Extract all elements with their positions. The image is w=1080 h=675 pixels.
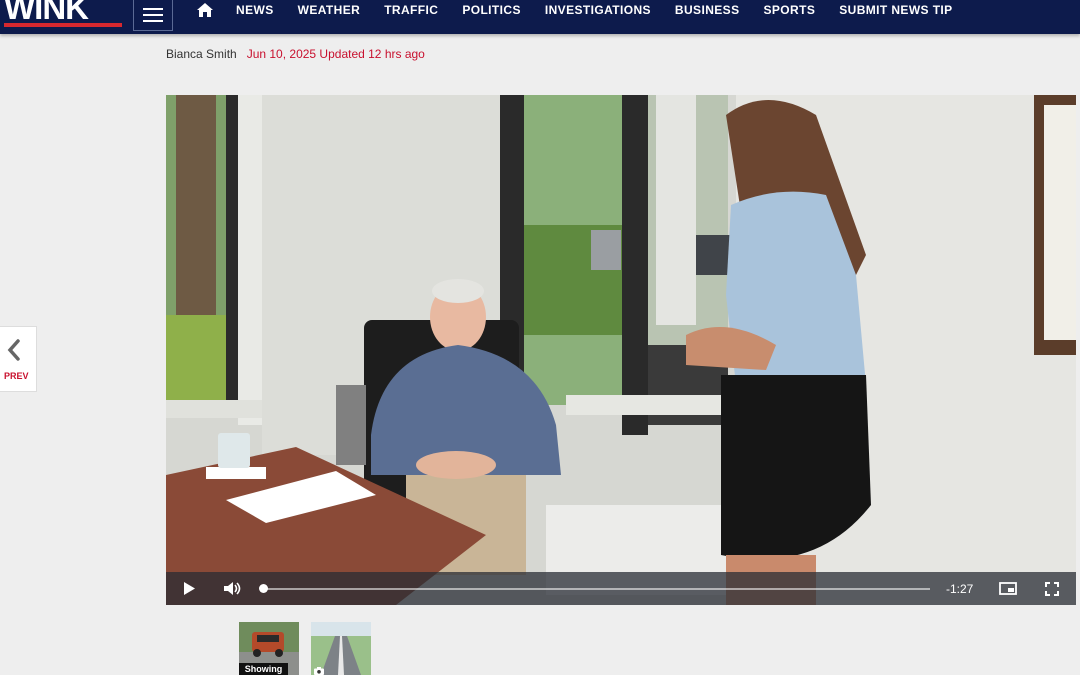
showing-badge: Showing [239, 663, 288, 675]
media-thumbnail[interactable] [311, 622, 371, 675]
nav-submit-news-tip[interactable]: SUBMIT NEWS TIP [839, 3, 952, 17]
publish-dates: Jun 10, 2025 Updated 12 hrs ago [246, 47, 425, 61]
author-name[interactable]: Bianca Smith [166, 47, 237, 61]
picture-in-picture-icon[interactable] [994, 572, 1022, 605]
media-thumbnail[interactable]: Showing [239, 622, 299, 675]
prev-label: PREV [4, 371, 29, 381]
main-nav: NEWS WEATHER TRAFFIC POLITICS INVESTIGAT… [236, 0, 977, 20]
progress-bar[interactable] [263, 588, 930, 590]
volume-icon[interactable] [220, 572, 246, 605]
nav-business[interactable]: BUSINESS [675, 3, 740, 17]
nav-investigations[interactable]: INVESTIGATIONS [545, 3, 651, 17]
wink-logo[interactable]: WINK [4, 0, 124, 30]
play-icon[interactable] [176, 572, 202, 605]
chevron-left-icon [7, 339, 20, 361]
fullscreen-icon[interactable] [1038, 572, 1066, 605]
camera-icon [314, 667, 324, 675]
home-icon[interactable] [196, 2, 214, 18]
logo-text: WINK [4, 0, 89, 26]
top-navigation-bar: WINK NEWS WEATHER TRAFFIC POLITICS INVES… [0, 0, 1080, 34]
byline: Bianca Smith Jun 10, 2025 Updated 12 hrs… [166, 47, 425, 61]
prev-article-button[interactable]: PREV [0, 326, 37, 392]
progress-handle[interactable] [259, 584, 268, 593]
nav-sports[interactable]: SPORTS [763, 3, 815, 17]
time-remaining: -1:27 [946, 582, 974, 596]
video-controls: -1:27 [166, 572, 1076, 605]
nav-news[interactable]: NEWS [236, 3, 274, 17]
logo-underline [4, 23, 122, 27]
nav-weather[interactable]: WEATHER [298, 3, 361, 17]
hamburger-menu-icon[interactable] [133, 0, 173, 31]
nav-politics[interactable]: POLITICS [462, 3, 521, 17]
video-frame [166, 95, 1076, 605]
nav-traffic[interactable]: TRAFFIC [384, 3, 438, 17]
video-player[interactable]: -1:27 [166, 95, 1076, 605]
